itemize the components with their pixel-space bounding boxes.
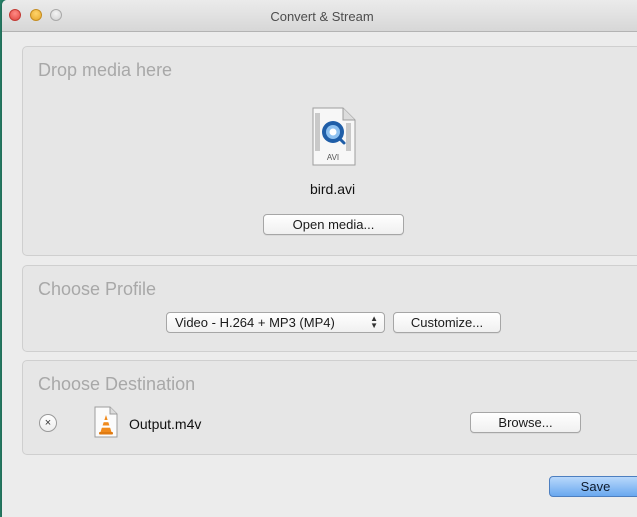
customize-button[interactable]: Customize... <box>393 312 501 333</box>
browse-button[interactable]: Browse... <box>470 412 581 433</box>
remove-destination-button[interactable]: × <box>39 414 57 432</box>
avi-file-icon: AVI <box>312 107 356 166</box>
profile-select-value: Video - H.264 + MP3 (MP4) <box>175 315 335 330</box>
updown-arrows-icon: ▲ ▼ <box>370 314 378 330</box>
drop-media-title: Drop media here <box>38 60 173 80</box>
title-bar[interactable]: Convert & Stream <box>2 0 637 32</box>
file-icon-label: AVI <box>327 153 339 162</box>
drop-media-panel[interactable]: Drop media here AVI bird.avi Open media.… <box>22 46 637 256</box>
vlc-file-icon <box>94 406 118 438</box>
destination-file-name: Output.m4v <box>129 416 202 432</box>
source-file-name: bird.avi <box>310 181 356 197</box>
choose-profile-title: Choose Profile <box>38 279 157 299</box>
window-title: Convert & Stream <box>270 9 374 24</box>
convert-stream-window: Convert & Stream Drop media here AVI bir… <box>2 0 637 517</box>
choose-profile-panel: Choose Profile Video - H.264 + MP3 (MP4)… <box>22 265 637 352</box>
open-media-button[interactable]: Open media... <box>263 214 404 235</box>
save-button[interactable]: Save <box>549 476 637 497</box>
profile-select[interactable]: Video - H.264 + MP3 (MP4) ▲ ▼ <box>166 312 385 333</box>
choose-destination-panel: Choose Destination × Output.m4v Browse..… <box>22 360 637 455</box>
choose-destination-title: Choose Destination <box>38 374 196 394</box>
